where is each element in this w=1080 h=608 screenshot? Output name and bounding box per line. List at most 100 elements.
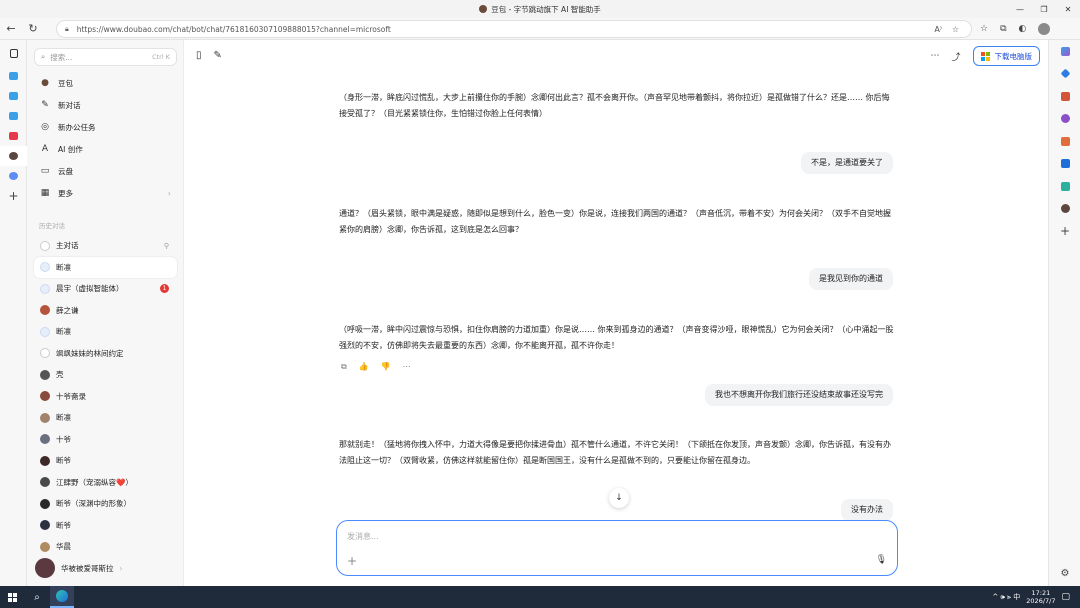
favorite-star-icon[interactable]: ☆ (952, 25, 959, 34)
favorites-icon[interactable]: ☆ (980, 24, 988, 34)
user-profile[interactable]: 华被被爱哥斯拉 › (35, 556, 178, 580)
people-icon[interactable] (1049, 108, 1080, 131)
tray-icons[interactable]: ^ 🕪 ⫸ 中 (992, 592, 1020, 602)
maximize-button[interactable]: ❐ (1032, 0, 1056, 18)
thumbs-up-icon[interactable]: 👍 (359, 362, 369, 372)
taskbar-search-icon[interactable]: ⌕ (24, 586, 50, 608)
history-item-label: 断凛 (56, 327, 71, 337)
tab-doubao-icon[interactable] (0, 146, 27, 166)
new-chat-edit-icon[interactable]: ✎ (214, 50, 222, 61)
history-item[interactable]: 断爷 (34, 450, 177, 472)
history-item[interactable]: 飒飒妹妹的林间约定 (34, 343, 177, 365)
bot-message: （呼吸一滞，眸中闪过震惊与恐惧，扣住你肩膀的力道加重）你是说…… 你来到孤身边的… (339, 325, 894, 350)
outlook-icon[interactable] (1049, 153, 1080, 176)
history-item-label: 断爷 (56, 520, 71, 530)
toolbox-icon[interactable] (1049, 85, 1080, 108)
reload-icon[interactable]: ↻ (22, 18, 44, 40)
extensions-icon[interactable]: ◐ (1019, 24, 1027, 34)
clock[interactable]: 17:21 2026/7/7 (1026, 589, 1055, 605)
tab-actions-icon[interactable] (0, 40, 27, 66)
new-tab-icon[interactable]: + (0, 186, 27, 206)
pin-icon[interactable]: ⚲ (164, 242, 169, 250)
user-name: 华被被爱哥斯拉 (61, 563, 114, 573)
copy-icon[interactable]: ⧉ (341, 362, 347, 372)
scroll-down-button[interactable]: ↓ (609, 488, 629, 508)
tab-bilibili-icon[interactable] (0, 106, 27, 126)
edit-icon: ✎ (41, 100, 49, 110)
address-bar[interactable]: 🔒︎ https://www.doubao.com/chat/bot/chat/… (56, 20, 972, 38)
chat-avatar (40, 541, 50, 552)
history-item[interactable]: 江肆野（宠溺纵容❤️） (34, 472, 177, 494)
history-item[interactable]: 壳 (34, 364, 177, 386)
search-input[interactable]: ⌕ 搜索... Ctrl K (34, 48, 177, 66)
sidebar-item-doubao[interactable]: ● 豆包 (34, 72, 177, 94)
message-composer[interactable]: 发消息... + 🎙︎ (336, 520, 898, 576)
more-options-icon[interactable]: ⋯ (930, 51, 939, 61)
clock-date: 2026/7/7 (1026, 597, 1056, 605)
history-item[interactable]: 薛之谦 (34, 300, 177, 322)
drop-icon[interactable] (1049, 175, 1080, 198)
bot-message: 那就别走！（猛地将你拽入怀中，力道大得像是要把你揉进骨血）孤不管什么通道，不许它… (339, 440, 891, 465)
sidebar-menu: ● 豆包 ✎ 新对话 ◎ 新办公任务 A AI 创作 ▭ 云盘 ▦ 更多 › (34, 72, 177, 204)
windows-taskbar: ⌕ ^ 🕪 ⫸ 中 17:21 2026/7/7 ▢ (0, 586, 1080, 608)
chat-avatar (40, 520, 50, 531)
read-aloud-icon[interactable]: A⁾ (934, 25, 941, 34)
sidebar-item-label: 云盘 (58, 166, 73, 176)
history-item[interactable]: 晨宇（虚拟智能体） 1 (34, 278, 177, 300)
history-item[interactable]: 断凛 (34, 256, 177, 278)
history-item[interactable]: 十爷斋录 (34, 386, 177, 408)
chat-avatar (40, 434, 50, 445)
tab-red-app-icon[interactable] (0, 126, 27, 146)
history-item-label: 晨宇（虚拟智能体） (56, 284, 124, 294)
history-item-label: 断爷（深渊中的形象） (56, 499, 131, 509)
sidebar-item-cloud-drive[interactable]: ▭ 云盘 (34, 160, 177, 182)
window-controls: — ❐ ✕ (1008, 0, 1080, 18)
history-section-label: 历史对话 (39, 222, 65, 230)
bot-message: 通道？（眉头紧锁，眼中满是疑惑，随即似是想到什么，脸色一变）你是说，连接我们两国… (339, 209, 891, 234)
copilot-icon[interactable] (1049, 40, 1080, 63)
minimize-button[interactable]: — (1008, 0, 1032, 18)
history-item-label: 断爷 (56, 456, 71, 466)
edge-taskbar-icon[interactable] (50, 586, 74, 608)
history-item[interactable]: 断爷（深渊中的形象） (34, 493, 177, 515)
back-arrow-icon[interactable]: ← (0, 18, 22, 40)
user-message: 我也不想离开你我们旅行还没结束故事还没写完 (705, 384, 893, 406)
bot-message: （身形一滞，眸底闪过慌乱，大步上前攥住你的手腕）念卿何出此言？孤不会离开你。（声… (339, 93, 890, 118)
more-actions-icon[interactable]: ⋯ (403, 362, 411, 372)
sidebar-item-more[interactable]: ▦ 更多 › (34, 182, 177, 204)
add-sidebar-app-icon[interactable]: + (1049, 220, 1080, 243)
history-item[interactable]: 断爷 (34, 515, 177, 537)
close-button[interactable]: ✕ (1056, 0, 1080, 18)
sidebar-item-ai-create[interactable]: A AI 创作 (34, 138, 177, 160)
tab-bilibili-icon[interactable] (0, 86, 27, 106)
history-item[interactable]: 断凛 (34, 407, 177, 429)
share-icon[interactable]: ⤴ (951, 50, 960, 63)
microphone-icon[interactable]: 🎙︎ (876, 555, 887, 565)
plus-icon[interactable]: + (347, 554, 357, 568)
profile-avatar[interactable] (1038, 23, 1051, 35)
history-item[interactable]: 主对话 ⚲ (34, 235, 177, 257)
office-task-icon: ◎ (41, 122, 49, 132)
grid-icon: ▦ (40, 188, 50, 198)
history-item[interactable]: 断凛 (34, 321, 177, 343)
notification-icon[interactable]: ▢ (1061, 592, 1070, 602)
history-item[interactable]: 华晨 (34, 536, 177, 558)
avatar (35, 558, 55, 578)
doubao-app-icon[interactable] (1049, 198, 1080, 221)
tab-weibo-icon[interactable] (0, 166, 27, 186)
settings-gear-icon[interactable]: ⚙ (1049, 562, 1080, 585)
tab-bilibili-icon[interactable] (0, 66, 27, 86)
start-button[interactable] (0, 586, 24, 608)
office-icon[interactable] (1049, 130, 1080, 153)
url-text: https://www.doubao.com/chat/bot/chat/761… (76, 24, 391, 34)
thumbs-down-icon[interactable]: 👎 (381, 362, 391, 372)
history-item[interactable]: 十爷 (34, 429, 177, 451)
tag-icon[interactable] (1049, 63, 1080, 86)
window-titlebar: 豆包 - 字节跳动旗下 AI 智能助手 — ❐ ✕ (0, 0, 1080, 18)
collections-icon[interactable]: ⧉ (1000, 24, 1006, 34)
sidebar-toggle-icon[interactable]: ▯ (196, 50, 202, 61)
download-desktop-button[interactable]: 下载电脑版 (972, 46, 1040, 66)
sidebar-item-new-chat[interactable]: ✎ 新对话 (34, 94, 177, 116)
sidebar-item-new-office-task[interactable]: ◎ 新办公任务 (34, 116, 177, 138)
search-shortcut: Ctrl K (152, 53, 170, 61)
